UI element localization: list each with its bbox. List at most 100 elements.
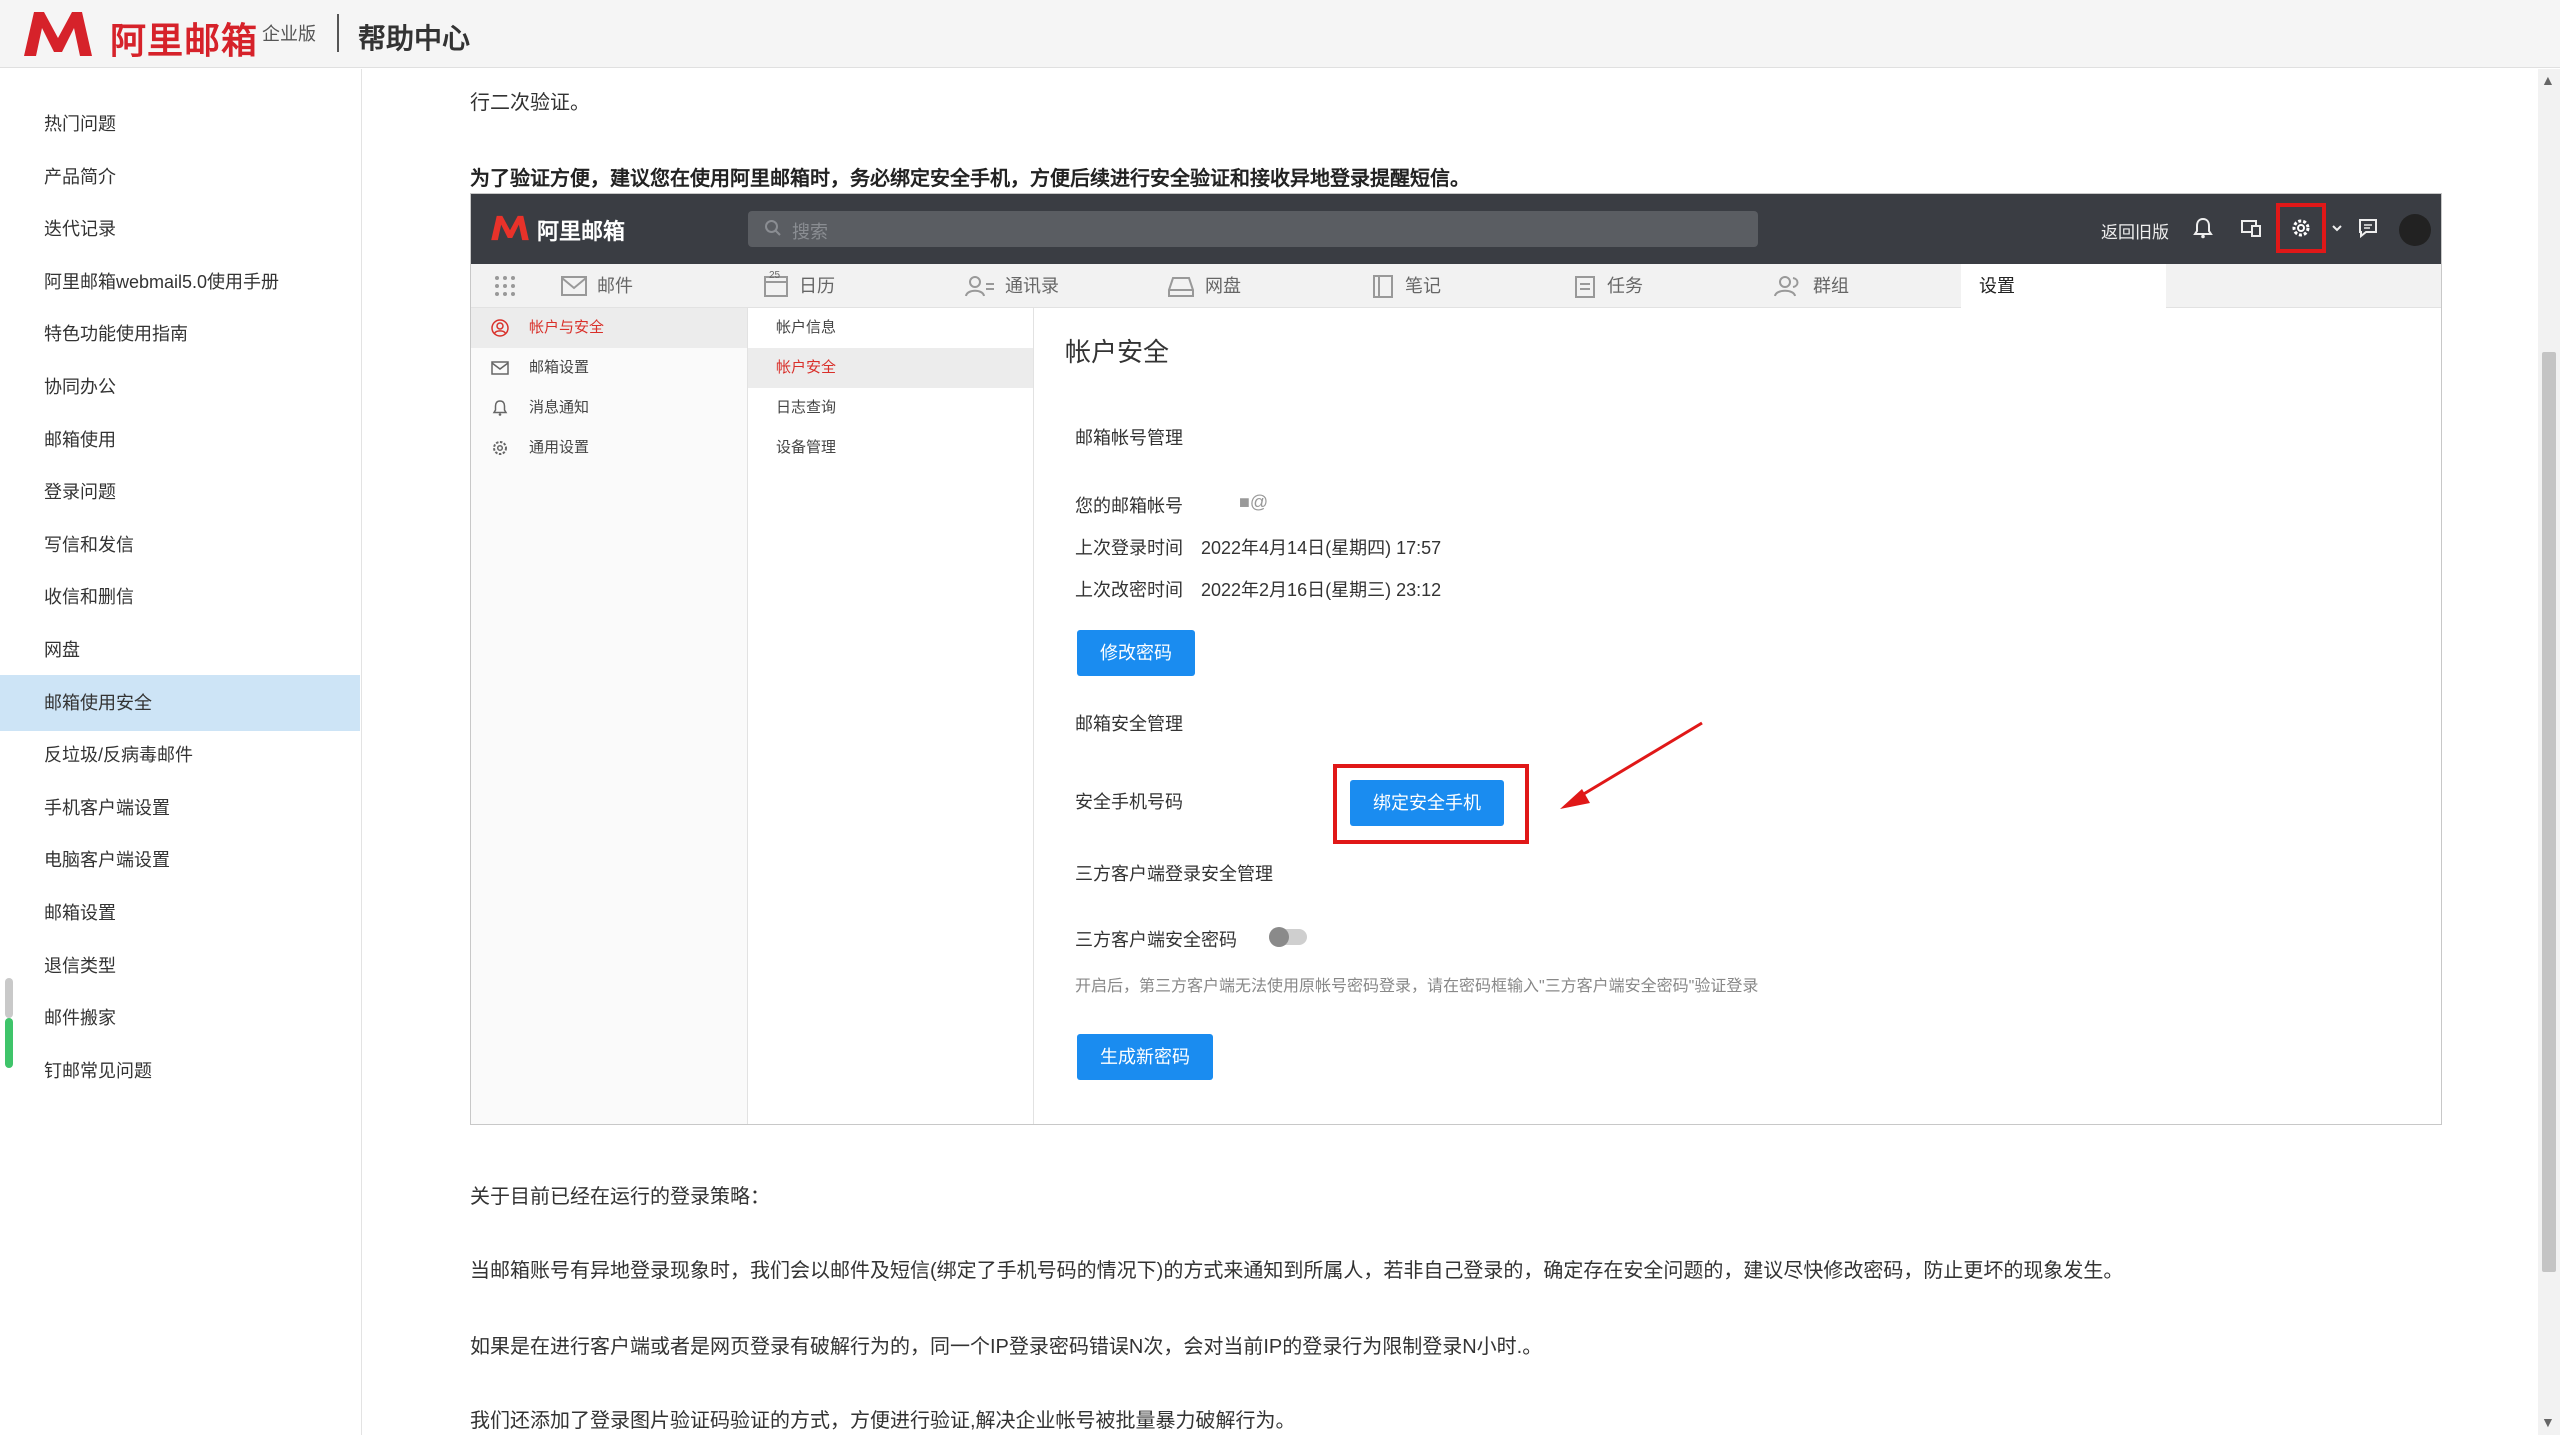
shot-topbar: 阿里邮箱 搜索 返回旧版	[471, 194, 2441, 264]
scroll-down-arrow-icon[interactable]: ▼	[2541, 1414, 2555, 1430]
nav-tab-contacts: 通讯录	[965, 264, 1085, 308]
shot-logo-icon	[491, 215, 529, 241]
drive-icon	[1168, 277, 1194, 297]
logo-text[interactable]: 阿里邮箱	[110, 12, 258, 64]
sub-device-management: 设备管理	[776, 439, 837, 456]
bell-icon	[2193, 217, 2213, 239]
help-sidebar: 热门问题 产品简介 迭代记录 阿里邮箱webmail5.0使用手册 特色功能使用指南 协同…	[0, 69, 362, 1435]
shot-search-input: 搜索	[748, 211, 1758, 247]
mail-settings-icon	[491, 361, 509, 375]
change-password-button: 修改密码	[1077, 630, 1195, 676]
bell-icon	[492, 400, 508, 416]
old-version-link: 返回旧版	[2101, 223, 2169, 242]
sidebar-item-mail-settings[interactable]: 邮箱设置	[0, 885, 360, 941]
contacts-icon	[965, 276, 994, 297]
bind-phone-tip: 为了验证方便，建议您在使用阿里邮箱时，务必绑定安全手机，方便后续进行安全验证和接…	[470, 168, 1470, 190]
task-icon	[1575, 276, 1595, 298]
sidebar-item-anti-spam[interactable]: 反垃圾/反病毒邮件	[0, 727, 360, 783]
article-paragraph-tail: 行二次验证。	[470, 92, 590, 114]
sidebar-item-features[interactable]: 特色功能使用指南	[0, 306, 360, 362]
settings-screenshot: 阿里邮箱 搜索 返回旧版 邮件 25 日历 通讯录 网盘 笔记 任务 群组 设置…	[470, 193, 2442, 1125]
user-circle-icon	[491, 319, 509, 337]
sidebar-item-receive[interactable]: 收信和删信	[0, 569, 360, 625]
sub-log-query: 日志查询	[776, 399, 837, 416]
sidebar-item-hot[interactable]: 热门问题	[0, 96, 360, 152]
sidebar-item-webmail-manual[interactable]: 阿里邮箱webmail5.0使用手册	[0, 254, 360, 310]
apps-grid-icon	[495, 276, 515, 296]
page-title[interactable]: 帮助中心	[358, 17, 470, 57]
alimail-logo-icon[interactable]	[20, 8, 96, 60]
top-header: 阿里邮箱 企业版 帮助中心	[0, 0, 2560, 68]
sub-account-info: 帐户信息	[776, 319, 837, 336]
scroll-up-arrow-icon[interactable]: ▲	[2541, 72, 2555, 88]
search-placeholder: 搜索	[792, 222, 828, 242]
policy-heading: 关于目前已经在运行的登录策略：	[470, 1186, 770, 1208]
sidebar-item-drive[interactable]: 网盘	[0, 622, 360, 678]
search-icon	[765, 220, 781, 236]
category-mail-settings: 邮箱设置	[471, 348, 747, 388]
sidebar-item-mobile-client[interactable]: 手机客户端设置	[0, 780, 360, 836]
category-general: 通用设置	[471, 428, 747, 468]
your-account-value: ■@	[1239, 492, 1269, 512]
avatar	[2399, 214, 2431, 246]
header-divider	[337, 14, 339, 52]
settings-category-column: 帐户与安全 邮箱设置 消息通知 通用设置	[471, 308, 748, 1124]
sidebar-item-bounce-types[interactable]: 退信类型	[0, 938, 360, 994]
sidebar-item-mail-security[interactable]: 邮箱使用安全	[0, 674, 360, 731]
nav-tab-drive: 网盘	[1167, 264, 1287, 308]
nav-tab-notes: 笔记	[1371, 264, 1491, 308]
red-arrow-icon	[1560, 721, 1703, 809]
nav-tab-mail: 邮件	[561, 264, 681, 308]
generate-password-button: 生成新密码	[1077, 1034, 1213, 1080]
section-third-party: 三方客户端登录安全管理	[1075, 864, 1273, 884]
last-login-value: 2022年4月14日(星期四) 17:57	[1201, 538, 1442, 558]
sidebar-scroll-track[interactable]	[5, 978, 13, 1018]
devices-icon	[2241, 220, 2261, 237]
section-security-management: 邮箱安全管理	[1075, 714, 1183, 734]
policy-paragraph-2: 如果是在进行客户端或者是网页登录有破解行为的，同一个IP登录密码错误N次，会对当…	[470, 1336, 1543, 1358]
shot-logo-text: 阿里邮箱	[537, 219, 626, 244]
sub-account-security: 帐户安全	[748, 348, 1033, 388]
your-account-label: 您的邮箱帐号	[1075, 496, 1183, 516]
message-icon	[2359, 219, 2377, 239]
chevron-down-icon	[2332, 225, 2342, 232]
mail-icon	[561, 276, 587, 296]
sidebar-item-login[interactable]: 登录问题	[0, 464, 360, 520]
bind-security-phone-button: 绑定安全手机	[1350, 780, 1504, 826]
sidebar-item-collaboration[interactable]: 协同办公	[0, 359, 360, 415]
nav-tab-settings: 设置	[1961, 264, 2166, 308]
nav-tab-tasks: 任务	[1573, 264, 1693, 308]
settings-subcategory-column: 帐户信息 帐户安全 日志查询 设备管理	[748, 308, 1034, 1124]
last-password-change-value: 2022年2月16日(星期三) 23:12	[1201, 580, 1442, 600]
page-scrollbar-thumb[interactable]	[2542, 352, 2556, 1272]
nav-tab-groups: 群组	[1773, 264, 1893, 308]
gear-icon	[493, 441, 507, 455]
edition-label: 企业版	[262, 24, 316, 44]
gear-highlight-box	[2276, 203, 2326, 253]
third-party-hint: 开启后，第三方客户端无法使用原帐号密码登录，请在密码框输入"三方客户端安全密码"…	[1075, 978, 1759, 995]
account-security-title: 帐户安全	[1065, 337, 1170, 367]
sidebar-item-dingmail-faq[interactable]: 钉邮常见问题	[0, 1043, 360, 1099]
third-party-password-label: 三方客户端安全密码	[1075, 930, 1237, 950]
third-party-password-toggle	[1269, 927, 1307, 947]
security-phone-label: 安全手机号码	[1075, 792, 1183, 812]
sidebar-item-intro[interactable]: 产品简介	[0, 149, 360, 205]
last-password-change-label: 上次改密时间	[1075, 580, 1183, 600]
sidebar-item-mail-migration[interactable]: 邮件搬家	[0, 990, 360, 1046]
sidebar-item-changelog[interactable]: 迭代记录	[0, 201, 360, 257]
category-account-security: 帐户与安全	[471, 308, 747, 348]
shot-nav-bar: 邮件 25 日历 通讯录 网盘 笔记 任务 群组 设置	[471, 264, 2441, 308]
sidebar-scroll-indicator[interactable]	[5, 1018, 13, 1068]
policy-paragraph-1: 当邮箱账号有异地登录现象时，我们会以邮件及短信(绑定了手机号码的情况下)的方式来…	[470, 1260, 2124, 1282]
last-login-label: 上次登录时间	[1075, 538, 1183, 558]
note-icon	[1373, 275, 1393, 298]
sidebar-item-compose[interactable]: 写信和发信	[0, 517, 360, 573]
calendar-day: 25	[769, 270, 781, 281]
group-icon	[1774, 276, 1799, 297]
toggle-knob	[1269, 927, 1289, 947]
section-account-management: 邮箱帐号管理	[1075, 428, 1183, 448]
category-notifications: 消息通知	[471, 388, 747, 428]
sidebar-item-mail-usage[interactable]: 邮箱使用	[0, 412, 360, 468]
sidebar-item-desktop-client[interactable]: 电脑客户端设置	[0, 832, 360, 888]
nav-tab-calendar: 25 日历	[763, 264, 883, 308]
